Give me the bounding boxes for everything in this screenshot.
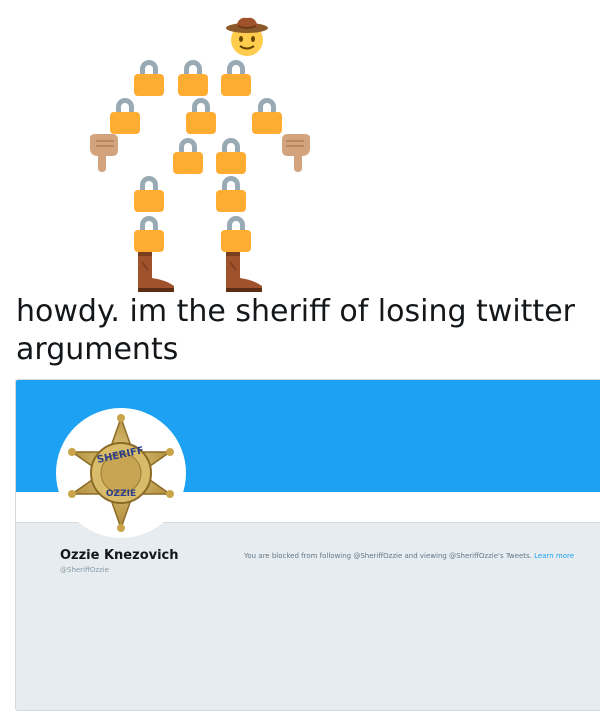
- cowboy-boot-icon: [226, 252, 262, 292]
- blocked-message: You are blocked from following @SheriffO…: [244, 550, 599, 562]
- lock-icon: [186, 98, 216, 134]
- lock-icon: [134, 216, 164, 252]
- lock-icon: [134, 60, 164, 96]
- avatar[interactable]: SHERIFF OZZIE: [56, 408, 186, 538]
- lock-icon: [221, 216, 251, 252]
- lock-icon: [221, 60, 251, 96]
- pointing-down-hand-icon: [90, 134, 118, 172]
- lock-icon: [110, 98, 140, 134]
- pointing-down-hand-icon: [282, 134, 310, 172]
- lock-icon: [216, 176, 246, 212]
- badge-bottom-text: OZZIE: [106, 489, 136, 499]
- cowboy-boot-icon: [138, 252, 174, 292]
- lock-icon: [134, 176, 164, 212]
- lock-icon: [252, 98, 282, 134]
- profile-name[interactable]: Ozzie Knezovich: [60, 548, 179, 563]
- cowboy-face-icon: [226, 17, 268, 56]
- blocked-text: You are blocked from following @SheriffO…: [244, 552, 532, 560]
- learn-more-link[interactable]: Learn more: [534, 552, 574, 560]
- lock-icon: [216, 138, 246, 174]
- profile-handle[interactable]: @SheriffOzzie: [60, 566, 109, 574]
- lock-icon: [173, 138, 203, 174]
- caption-text: howdy. im the sheriff of losing twitter …: [16, 294, 575, 367]
- lock-icon: [178, 60, 208, 96]
- sheriff-star-badge-icon: SHERIFF OZZIE: [68, 414, 174, 532]
- twitter-profile-card: SHERIFF OZZIE Ozzie Knezovich @SheriffOz…: [15, 379, 600, 711]
